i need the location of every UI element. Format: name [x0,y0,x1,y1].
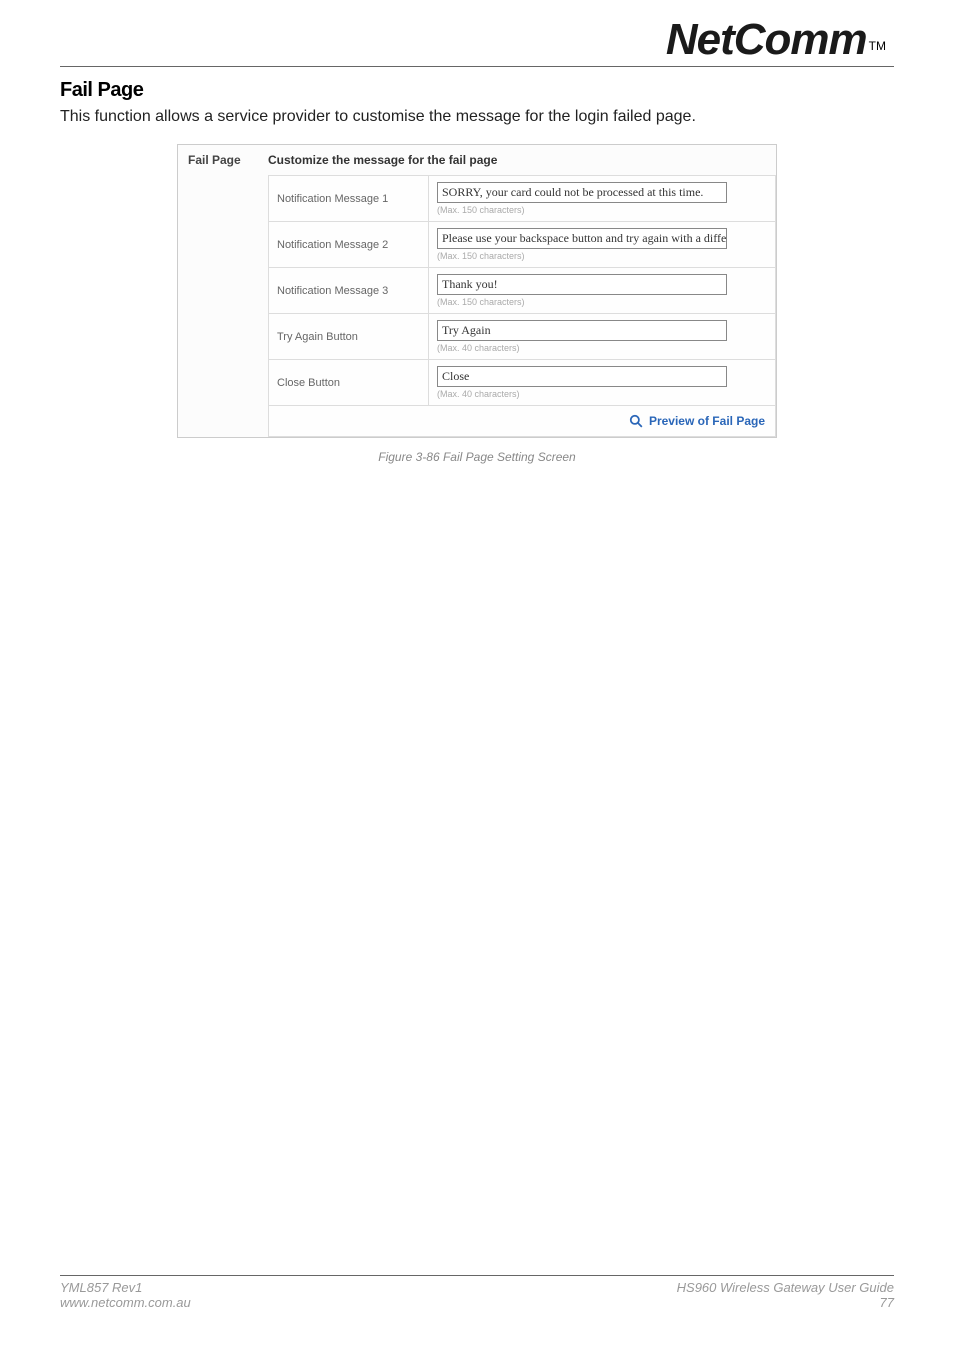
preview-fail-page-link[interactable]: Preview of Fail Page [629,414,765,428]
field-label: Notification Message 1 [269,176,429,222]
field-hint: (Max. 40 characters) [437,389,767,399]
field-label: Close Button [269,360,429,406]
brand-name: NetComm [666,18,867,62]
table-row: Notification Message 3 Thank you! (Max. … [269,268,776,314]
field-label: Try Again Button [269,314,429,360]
close-button-input[interactable]: Close [437,366,727,387]
footer-divider [60,1275,894,1276]
magnifier-icon [629,413,647,429]
table-row: Try Again Button Try Again (Max. 40 char… [269,314,776,360]
notification-message-3-input[interactable]: Thank you! [437,274,727,295]
panel-header: Customize the message for the fail page [268,145,776,175]
notification-message-2-input[interactable]: Please use your backspace button and try… [437,228,727,249]
table-row: Notification Message 2 Please use your b… [269,222,776,268]
fail-page-panel: Fail Page Customize the message for the … [177,144,777,438]
field-hint: (Max. 150 characters) [437,251,767,261]
table-row: Preview of Fail Page [269,406,776,437]
header-divider [60,66,894,67]
section-title: Fail Page [60,79,894,102]
notification-message-1-input[interactable]: SORRY, your card could not be processed … [437,182,727,203]
panel-side-label: Fail Page [178,145,268,437]
field-hint: (Max. 40 characters) [437,343,767,353]
section-intro: This function allows a service provider … [60,108,894,126]
field-hint: (Max. 150 characters) [437,297,767,307]
footer-url: www.netcomm.com.au [60,1295,191,1310]
header-logo: NetComm TM [60,0,894,62]
table-row: Notification Message 1 SORRY, your card … [269,176,776,222]
footer-rev: YML857 Rev1 [60,1280,191,1295]
footer-doc-title: HS960 Wireless Gateway User Guide [677,1280,894,1295]
trademark-symbol: TM [869,39,886,53]
page-footer: YML857 Rev1 www.netcomm.com.au HS960 Wir… [60,1275,894,1310]
footer-page-number: 77 [677,1295,894,1310]
field-label: Notification Message 2 [269,222,429,268]
figure-caption: Figure 3-86 Fail Page Setting Screen [60,450,894,464]
table-row: Close Button Close (Max. 40 characters) [269,360,776,406]
field-label: Notification Message 3 [269,268,429,314]
preview-link-label: Preview of Fail Page [649,414,765,428]
form-table: Notification Message 1 SORRY, your card … [268,175,776,437]
field-hint: (Max. 150 characters) [437,205,767,215]
try-again-button-input[interactable]: Try Again [437,320,727,341]
